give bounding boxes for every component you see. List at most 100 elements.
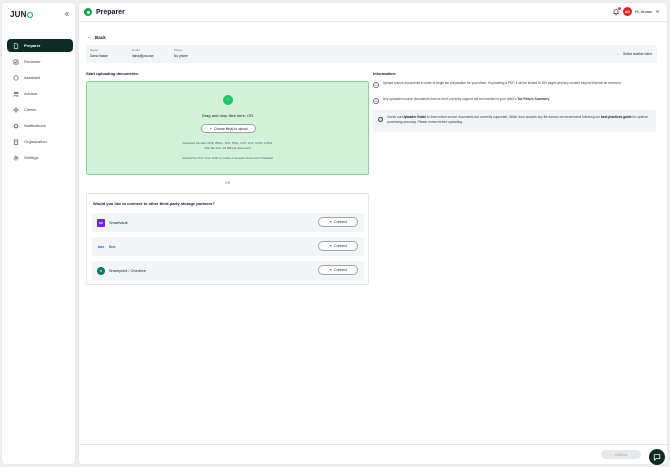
page-title: Preparer [96, 8, 125, 16]
info-text: Any uploaded source documents that we do… [383, 97, 550, 102]
upload-section-title: Start uploading documents: [86, 71, 140, 76]
prior-year-text: Upload the Prior Year 1040 to create a b… [182, 156, 273, 160]
sharepoint-logo-icon: S [97, 266, 105, 275]
accepted-formats-text: Accepted formats: PDF, JPEG, JPG, PNG, C… [182, 141, 273, 145]
plus-icon: + [209, 126, 212, 131]
link-icon: ⚭ [329, 268, 333, 272]
max-size-text: Max file size: 25 MB per document [204, 146, 251, 150]
client-phone-label: Phone [174, 48, 183, 52]
partner-name: Box [109, 244, 116, 249]
connect-smartvault-button[interactable]: ⚭ Connect [318, 217, 358, 227]
juno-logo[interactable]: JUN [10, 10, 34, 19]
info-item-1: 1 Upload source documents in order to be… [373, 81, 655, 88]
client-email-label: Email [132, 48, 140, 52]
notifications-bell-icon[interactable]: 1 [612, 6, 621, 16]
document-icon [13, 42, 19, 49]
sidebar-item-label: Organization [24, 139, 47, 144]
user-greeting[interactable]: Hi, Alvaar [635, 9, 652, 14]
uploader-guide-note: i Check our Uploader Guide to learn whic… [373, 110, 656, 132]
select-client-label: Select another client [623, 52, 652, 56]
main-panel: Preparer 1 AO Hi, Alvaar ← Back Name Dan… [79, 3, 667, 464]
partner-row-smartvault: SV SmartVault ⚭ Connect [92, 213, 364, 232]
info-text: Upload source documents in order to begi… [383, 81, 622, 85]
note-mid: to learn which source documents are curr… [426, 115, 601, 119]
or-divider: OR [225, 181, 231, 185]
building-icon [13, 139, 19, 145]
connect-sharepoint-button[interactable]: ⚭ Connect [318, 265, 358, 275]
link-icon: ⚭ [329, 244, 333, 248]
uploader-guide-link[interactable]: Uploader Guide [402, 115, 426, 119]
client-info-bar: Name Dana Haase Email dana@juno.tax Phon… [86, 45, 657, 63]
sidebar-item-label: Preparer [24, 43, 41, 48]
client-email-field: Email dana@juno.tax [132, 48, 154, 58]
sidebar-item-label: Assistant [24, 75, 41, 80]
select-another-client-button[interactable]: ← Select another client [617, 52, 652, 56]
client-phone-field: Phone No phone [174, 48, 188, 58]
partner-row-sharepoint: S Sharepoint / Onedrive ⚭ Connect [92, 261, 364, 280]
sidebar-item-advisor[interactable]: Advisor [7, 87, 73, 100]
people-icon [13, 91, 19, 97]
back-button[interactable]: ← Back [87, 34, 106, 40]
sidebar-item-settings[interactable]: Settings [7, 151, 73, 164]
info-item-2: 2 Any uploaded source documents that we … [373, 97, 655, 104]
sidebar-item-label: Reviewer [24, 59, 41, 64]
back-label: Back [95, 34, 106, 40]
avatar[interactable]: AO [622, 7, 632, 16]
best-practices-link[interactable]: best practices guide [601, 115, 632, 119]
chevron-down-icon[interactable] [655, 9, 660, 15]
storage-partners-panel: Would you like to connect to other third… [86, 193, 369, 285]
collapse-sidebar-icon[interactable] [64, 11, 70, 19]
review-icon [13, 59, 19, 65]
sidebar-item-label: Advisor [24, 91, 38, 96]
bell-icon [13, 123, 19, 129]
client-phone-value: No phone [174, 54, 188, 58]
sidebar-item-reviewer[interactable]: Reviewer [7, 55, 73, 68]
sidebar-item-label: Clients [24, 107, 37, 112]
sidebar: JUN Preparer Reviewer Assistant Advisor … [2, 3, 75, 464]
choose-files-button[interactable]: + Choose file(s) to upload [201, 124, 256, 133]
header-actions: 1 AO Hi, Alvaar [612, 6, 660, 16]
tax-return-summary-link[interactable]: Tax Return Summary. [517, 97, 549, 101]
sidebar-nav: Preparer Reviewer Assistant Advisor Clie… [7, 39, 73, 167]
arrow-left-icon: ← [87, 34, 92, 40]
box-logo-icon: box [97, 244, 105, 249]
choose-files-label: Choose file(s) to upload [213, 126, 248, 131]
chat-support-button[interactable] [649, 449, 665, 465]
upload-icon: ↑ [223, 95, 233, 105]
sidebar-item-clients[interactable]: Clients [7, 103, 73, 116]
step-number: 1 [373, 81, 379, 88]
chat-icon [13, 74, 19, 81]
file-dropzone[interactable]: ↑ Drag and drop files here, OR + Choose … [86, 81, 369, 175]
arrow-left-icon: ← [616, 52, 621, 56]
client-name-label: Name [90, 48, 99, 52]
page-header: Preparer 1 AO Hi, Alvaar [79, 3, 667, 22]
partners-title: Would you like to connect to other third… [93, 201, 215, 206]
smartvault-logo-icon: SV [97, 218, 105, 227]
notification-badge: 1 [617, 6, 621, 10]
page-footer: Continue [79, 444, 667, 464]
sidebar-item-assistant[interactable]: Assistant [7, 71, 73, 84]
sidebar-item-preparer[interactable]: Preparer [7, 39, 73, 52]
note-prefix: Check our [387, 115, 403, 119]
client-name-field: Name Dana Haase [90, 48, 108, 58]
client-name-value: Dana Haase [90, 54, 108, 58]
connect-label: Connect [334, 220, 347, 224]
chat-bubble-icon [653, 453, 661, 462]
connect-label: Connect [334, 268, 347, 272]
continue-button[interactable]: Continue [601, 450, 641, 459]
connect-box-button[interactable]: ⚭ Connect [318, 241, 358, 251]
partner-row-box: box Box ⚭ Connect [92, 237, 364, 256]
sidebar-item-notifications[interactable]: Notifications [7, 119, 73, 132]
sidebar-item-organization[interactable]: Organization [7, 135, 73, 148]
clients-icon [13, 106, 19, 113]
information-title: Information: [373, 71, 397, 76]
partner-name: Sharepoint / Onedrive [109, 268, 146, 273]
partner-name: SmartVault [109, 220, 128, 225]
connect-label: Connect [334, 244, 347, 248]
link-icon: ⚭ [329, 220, 333, 224]
step-number: 2 [373, 97, 379, 104]
sidebar-item-label: Notifications [24, 123, 46, 128]
preparer-icon [84, 8, 92, 16]
info-icon: i [378, 117, 383, 122]
drag-drop-text: Drag and drop files here, OR [201, 113, 254, 118]
